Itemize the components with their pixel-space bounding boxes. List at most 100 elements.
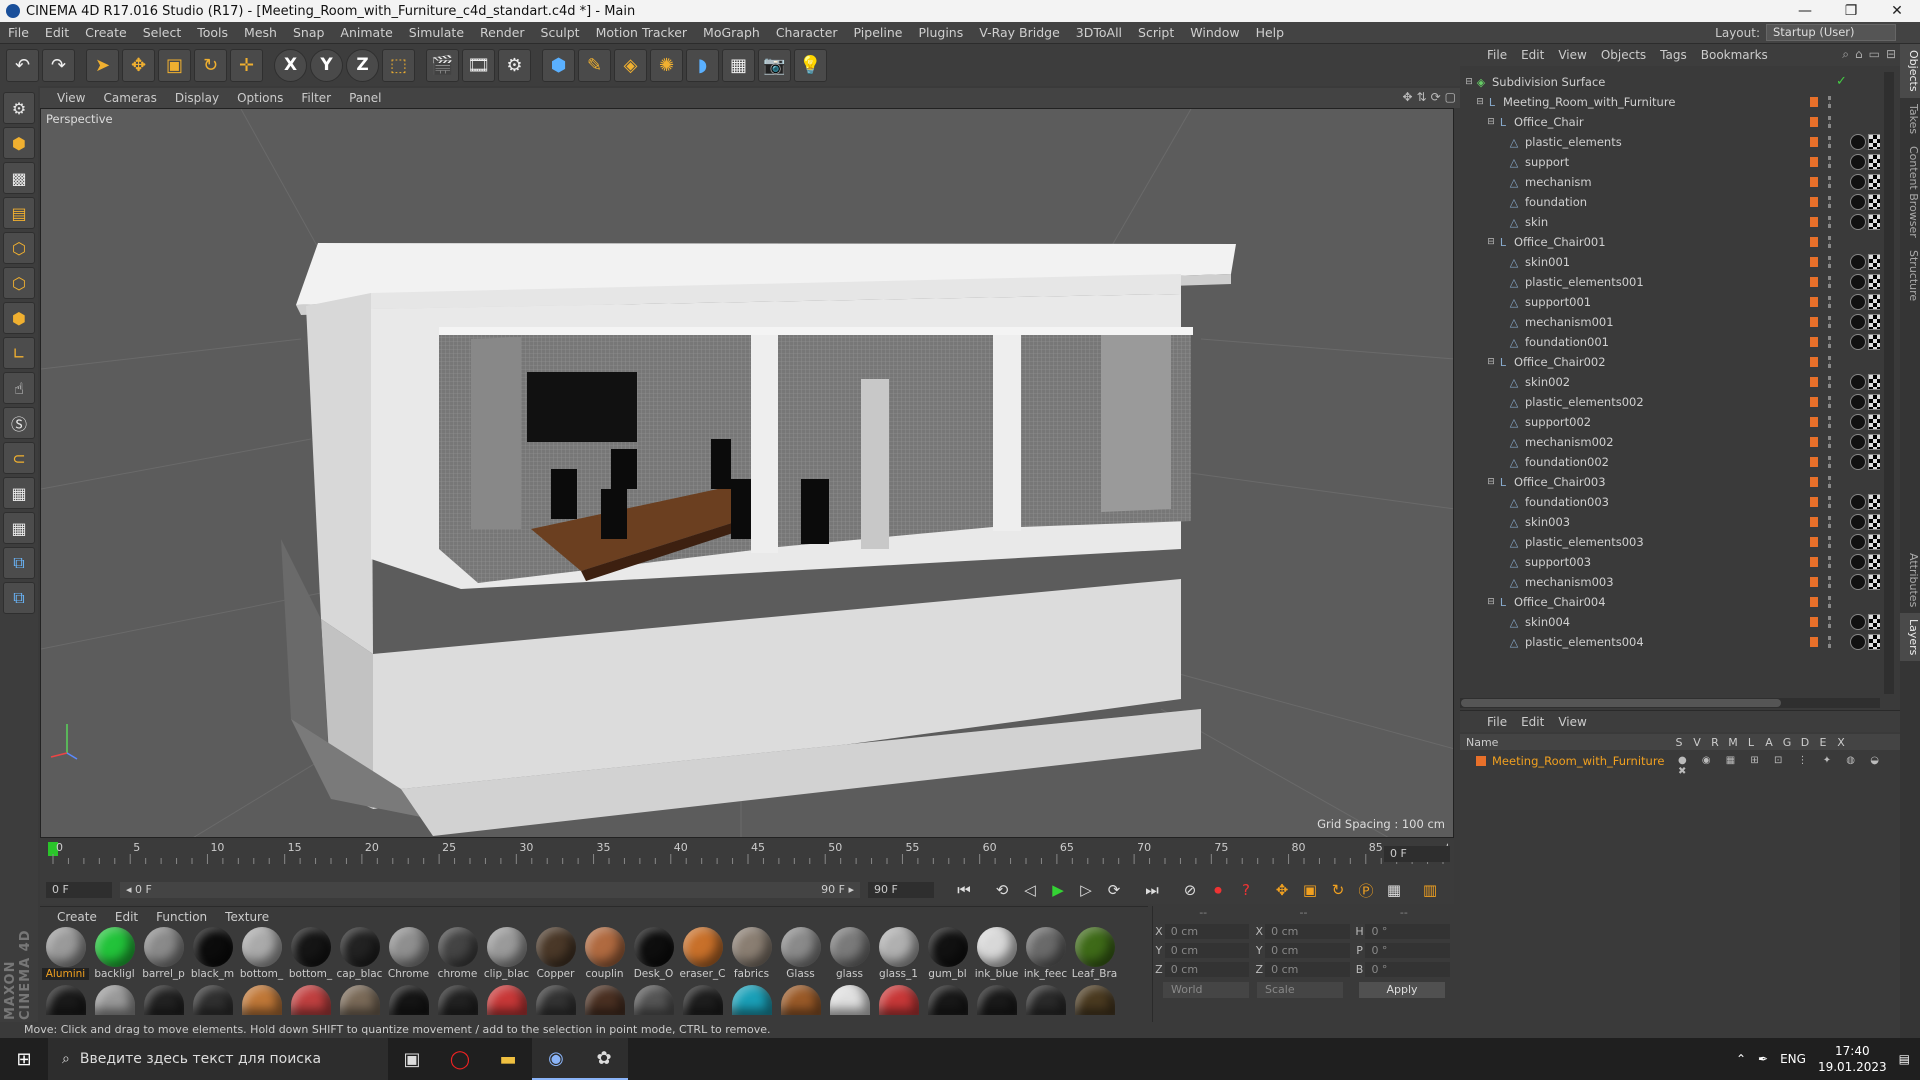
material-swatch[interactable] <box>973 985 1020 1015</box>
key-rotation-icon[interactable]: ↻ <box>1326 878 1350 902</box>
floor-icon[interactable]: ▦ <box>722 48 755 82</box>
om-object-row[interactable]: △ plastic_elements <box>1460 132 1880 152</box>
close-button[interactable]: ✕ <box>1874 0 1920 22</box>
texture-tag-icon[interactable] <box>1868 254 1880 270</box>
tweak-mode-icon[interactable]: ☝ <box>3 372 35 404</box>
menu-file[interactable]: File <box>0 25 37 40</box>
layer-color-indicator[interactable] <box>1810 97 1818 107</box>
layer-color-indicator[interactable] <box>1810 377 1818 387</box>
snap-icon[interactable]: ⊂ <box>3 442 35 474</box>
camera-icon[interactable]: 📷 <box>758 48 791 82</box>
material-swatch[interactable]: cap_blac <box>336 927 383 981</box>
size-y-field[interactable]: 0 cm <box>1265 943 1350 958</box>
pos-y-field[interactable]: 0 cm <box>1164 943 1250 958</box>
viewport-menu-panel[interactable]: Panel <box>340 91 390 105</box>
layer-color-indicator[interactable] <box>1810 297 1818 307</box>
material-tag-icon[interactable] <box>1850 454 1866 470</box>
scale-icon[interactable]: ▣ <box>158 48 191 82</box>
x-axis-button[interactable]: X <box>274 48 307 82</box>
texture-tag-icon[interactable] <box>1868 294 1880 310</box>
search-icon[interactable]: ⌕ <box>1842 47 1849 62</box>
app-task-icon[interactable]: ✿ <box>580 1038 628 1080</box>
deformer-icon[interactable]: ◗ <box>686 48 719 82</box>
menu-plugins[interactable]: Plugins <box>910 25 971 40</box>
maximize-button[interactable]: ❐ <box>1828 0 1874 22</box>
layer-color-indicator[interactable] <box>1810 317 1818 327</box>
material-tag-icon[interactable] <box>1850 154 1866 170</box>
layer-color-indicator[interactable] <box>1810 137 1818 147</box>
texture-mode-icon[interactable]: ▩ <box>3 162 35 194</box>
visibility-dots-icon[interactable] <box>1828 276 1832 288</box>
mat-menu-texture[interactable]: Texture <box>216 910 278 924</box>
material-swatch[interactable]: gum_bl <box>924 927 971 981</box>
layer-color-indicator[interactable] <box>1810 517 1818 527</box>
expand-toggle-icon[interactable]: ⊟ <box>1486 357 1496 367</box>
next-key-icon[interactable]: ⟳ <box>1102 878 1126 902</box>
record-icon[interactable]: ⏺ <box>1206 878 1230 902</box>
material-swatch[interactable]: bottom_ <box>238 927 285 981</box>
texture-tag-icon[interactable] <box>1868 314 1880 330</box>
material-swatch[interactable] <box>826 985 873 1015</box>
play-icon[interactable]: ▶ <box>1046 878 1070 902</box>
layer-color-indicator[interactable] <box>1810 397 1818 407</box>
go-to-end-icon[interactable]: ⏭ <box>1140 878 1164 902</box>
menu-edit[interactable]: Edit <box>37 25 77 40</box>
side-tab-layers[interactable]: Layers <box>1900 613 1920 662</box>
visibility-dots-icon[interactable] <box>1828 476 1832 488</box>
visibility-dots-icon[interactable] <box>1828 456 1832 468</box>
material-tag-icon[interactable] <box>1850 314 1866 330</box>
texture-tag-icon[interactable] <box>1868 274 1880 290</box>
om-object-row[interactable]: △ skin004 <box>1460 612 1880 632</box>
material-swatch[interactable]: Alumini <box>42 927 89 981</box>
menu-animate[interactable]: Animate <box>332 25 400 40</box>
visibility-dots-icon[interactable] <box>1828 316 1832 328</box>
visibility-dots-icon[interactable] <box>1828 96 1832 108</box>
menu-vray-bridge[interactable]: V-Ray Bridge <box>971 25 1068 40</box>
pen-tray-icon[interactable]: ✒ <box>1758 1052 1768 1066</box>
timeline[interactable]: 051015202530354045505560657075808590 0 F <box>40 840 1454 876</box>
rotate-icon[interactable]: ↻ <box>194 48 227 82</box>
visibility-dots-icon[interactable] <box>1828 196 1832 208</box>
layer-color-indicator[interactable] <box>1810 117 1818 127</box>
pan-icon[interactable]: ✥ <box>1402 90 1412 104</box>
rot-b-field[interactable]: 0 ° <box>1365 962 1450 977</box>
material-swatch[interactable] <box>728 985 775 1015</box>
material-swatch[interactable]: black_m <box>189 927 236 981</box>
material-swatch[interactable] <box>287 985 334 1015</box>
visibility-dots-icon[interactable] <box>1828 116 1832 128</box>
material-swatch[interactable] <box>1022 985 1069 1015</box>
coord-system-icon[interactable]: ⬚ <box>382 48 415 82</box>
material-tag-icon[interactable] <box>1850 334 1866 350</box>
material-swatch[interactable]: chrome <box>434 927 481 981</box>
menu-create[interactable]: Create <box>77 25 135 40</box>
material-tag-icon[interactable] <box>1850 514 1866 530</box>
material-swatch[interactable] <box>630 985 677 1015</box>
material-tag-icon[interactable] <box>1850 174 1866 190</box>
side-tab-objects[interactable]: Objects <box>1900 44 1920 98</box>
expand-toggle-icon[interactable]: ⊟ <box>1486 117 1496 127</box>
expand-toggle-icon[interactable]: ⊟ <box>1486 477 1496 487</box>
material-swatch[interactable]: Leaf_Bra <box>1071 927 1118 981</box>
taskbar-search[interactable]: ⌕ Введите здесь текст для поиска <box>48 1038 388 1080</box>
tray-chevron-icon[interactable]: ⌃ <box>1736 1052 1746 1066</box>
timeline-window-icon[interactable]: ▥ <box>1418 878 1442 902</box>
visibility-dots-icon[interactable] <box>1828 236 1832 248</box>
menu-script[interactable]: Script <box>1130 25 1182 40</box>
menu-snap[interactable]: Snap <box>285 25 332 40</box>
redo-icon[interactable]: ↷ <box>42 48 75 82</box>
menu-help[interactable]: Help <box>1248 25 1293 40</box>
size-z-field[interactable]: 0 cm <box>1265 962 1350 977</box>
om-horizontal-scrollbar[interactable] <box>1460 698 1880 708</box>
om-vertical-scrollbar[interactable] <box>1884 72 1894 694</box>
z-axis-button[interactable]: Z <box>346 48 379 82</box>
material-tag-icon[interactable] <box>1850 414 1866 430</box>
om-object-row[interactable]: △ skin002 <box>1460 372 1880 392</box>
layer-color-indicator[interactable] <box>1810 357 1818 367</box>
viewport-menu-options[interactable]: Options <box>228 91 292 105</box>
side-tab-attributes[interactable]: Attributes <box>1900 547 1920 613</box>
notifications-icon[interactable]: ▤ <box>1899 1052 1910 1066</box>
side-tab-takes[interactable]: Takes <box>1900 98 1920 140</box>
layer-color-indicator[interactable] <box>1810 237 1818 247</box>
om-object-row[interactable]: △ skin <box>1460 212 1880 232</box>
texture-tag-icon[interactable] <box>1868 194 1880 210</box>
